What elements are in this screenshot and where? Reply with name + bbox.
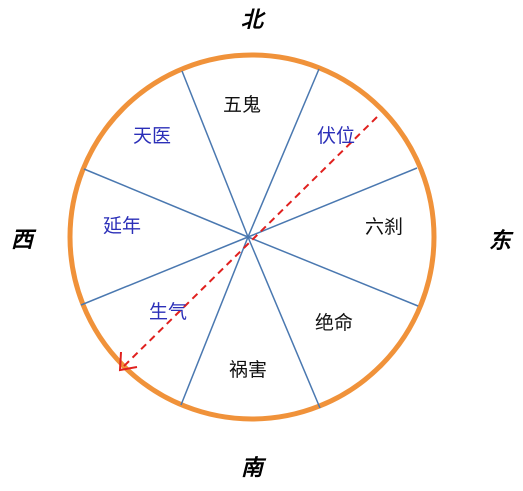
direction-south: 南	[241, 455, 267, 481]
sector-label-jueming: 绝命	[315, 312, 353, 334]
direction-north: 北	[241, 7, 266, 33]
bagua-compass-diagram: 五鬼 伏位 六刹 绝命 祸害 生气 延年 天医 北 南 东 西	[0, 0, 523, 491]
sector-label-shengqi: 生气	[149, 301, 187, 323]
sector-label-liusha: 六刹	[365, 216, 403, 238]
sector-label-wugui: 五鬼	[223, 94, 261, 116]
direction-east: 东	[489, 228, 514, 254]
compass-svg: 五鬼 伏位 六刹 绝命 祸害 生气 延年 天医 北 南 东 西	[11, 7, 514, 481]
sector-label-huohai: 祸害	[229, 359, 267, 381]
sector-label-fuwei: 伏位	[317, 125, 355, 147]
direction-west: 西	[11, 227, 37, 253]
sector-label-tianyi: 天医	[133, 125, 171, 147]
sector-label-yannian: 延年	[103, 215, 141, 237]
